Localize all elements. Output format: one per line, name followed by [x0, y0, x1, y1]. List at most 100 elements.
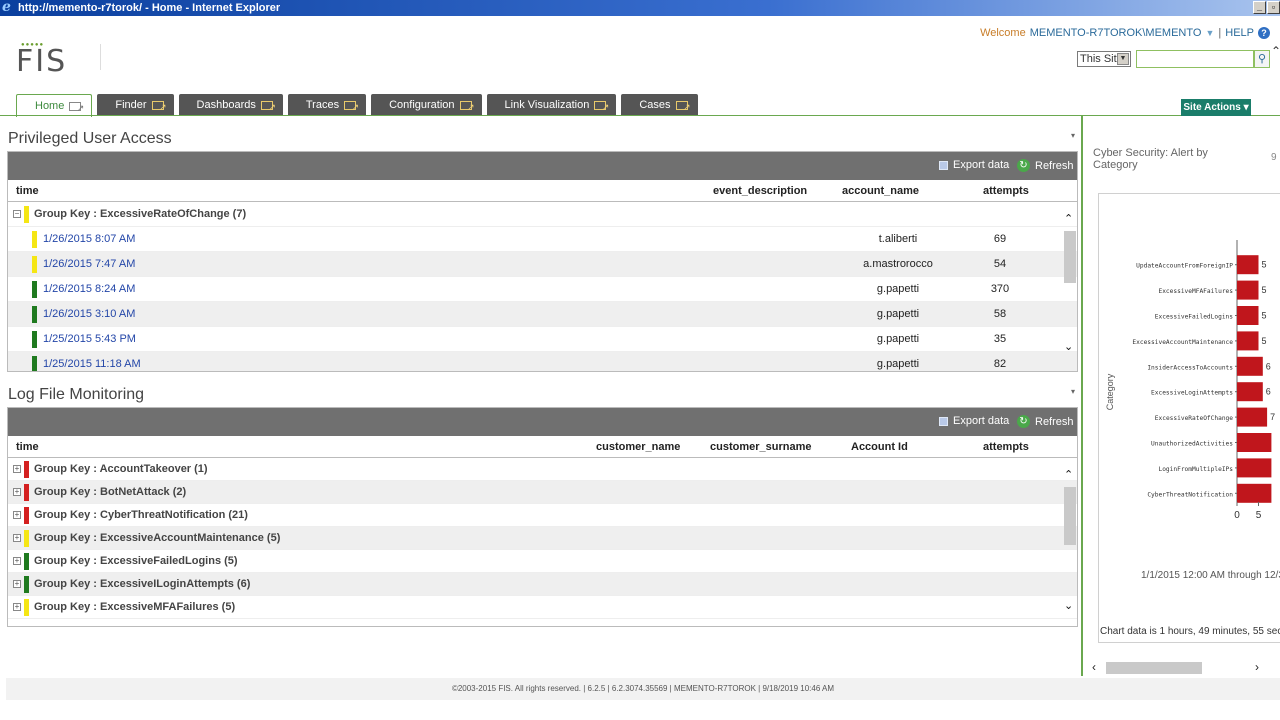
expand-icon[interactable]: +: [13, 557, 21, 565]
group-row[interactable]: + Group Key : AccountTakeover (1): [8, 458, 1077, 481]
help-icon[interactable]: ?: [1258, 27, 1270, 39]
refresh-button[interactable]: ↻ Refresh: [1017, 159, 1074, 172]
help-link[interactable]: HELP: [1225, 27, 1254, 39]
webpart-menu-icon[interactable]: ▾: [1071, 131, 1075, 140]
search-scope-select[interactable]: This Site ▼: [1077, 51, 1131, 67]
category-label: ExcessiveAccountMaintenance: [1132, 339, 1233, 346]
row-time-link[interactable]: 1/26/2015 8:24 AM: [43, 283, 135, 295]
scroll-right-icon[interactable]: ›: [1255, 660, 1259, 674]
expand-icon[interactable]: +: [13, 465, 21, 473]
search-icon[interactable]: ⚲: [1254, 50, 1270, 68]
group-row[interactable]: + Group Key : ExcessiveMFAFailures (5): [8, 596, 1077, 619]
open-in-new-window-icon[interactable]: [344, 96, 359, 118]
tab-underline: [0, 115, 1280, 116]
column-header-attempts[interactable]: attempts: [983, 185, 1029, 197]
welcome-label: Welcome: [980, 27, 1026, 39]
scrollbar-thumb[interactable]: [1064, 487, 1076, 545]
table-row[interactable]: 1/25/2015 5:43 PM g.papetti 35: [8, 327, 1077, 352]
open-in-new-window-icon[interactable]: [675, 96, 691, 118]
search-input[interactable]: [1136, 50, 1254, 68]
table-row[interactable]: 1/26/2015 8:24 AM g.papetti 370: [8, 277, 1077, 302]
fis-logo[interactable]: ●●●●● FIS: [16, 42, 76, 79]
tab-dashboards[interactable]: Dashboards: [178, 94, 283, 118]
scroll-down-icon[interactable]: ⌄: [1064, 340, 1073, 353]
scrollbar-thumb[interactable]: [1106, 662, 1202, 674]
data-label: 6: [1266, 361, 1271, 371]
table-row[interactable]: 1/26/2015 7:47 AM a.mastrorocco 54: [8, 252, 1077, 277]
group-row[interactable]: + Group Key : ExcessiveILoginAttempts (6): [8, 573, 1077, 596]
group-row[interactable]: − Group Key : ExcessiveRateOfChange (7): [8, 202, 1077, 227]
open-in-new-window-icon[interactable]: [459, 96, 475, 118]
table-row[interactable]: 1/25/2015 11:18 AM g.papetti 82: [8, 352, 1077, 371]
open-in-new-window-icon[interactable]: [69, 97, 84, 119]
right-panel-scrollbar[interactable]: ‹ ›: [1090, 660, 1280, 675]
severity-indicator: [32, 231, 37, 248]
open-in-new-window-icon[interactable]: [260, 96, 276, 118]
refresh-button[interactable]: ↻ Refresh: [1017, 415, 1074, 428]
bar-InsiderAccessToAccounts: [1237, 356, 1263, 376]
row-time-link[interactable]: 1/25/2015 5:43 PM: [43, 333, 136, 345]
page-scroll-up-icon[interactable]: ⌃: [1271, 44, 1280, 58]
grid-scrollbar[interactable]: ⌃ ⌄: [1063, 468, 1077, 618]
webpart-menu-icon[interactable]: ▾: [1071, 387, 1075, 396]
chevron-down-icon[interactable]: ▼: [1117, 53, 1129, 65]
scroll-down-icon[interactable]: ⌄: [1064, 599, 1073, 612]
group-label: Group Key : ExcessiveAccountMaintenance …: [34, 532, 281, 544]
group-row[interactable]: + Group Key : ExcessiveFailedLogins (5): [8, 550, 1077, 573]
open-in-new-window-icon[interactable]: [594, 96, 609, 118]
tab-link-visualization[interactable]: Link Visualization: [486, 94, 617, 118]
window-title-bar: e http://memento-r7torok/ - Home - Inter…: [0, 0, 1280, 16]
column-header-attempts[interactable]: attempts: [983, 441, 1029, 453]
chevron-down-icon[interactable]: ▼: [1205, 28, 1214, 38]
column-header-customer-surname[interactable]: customer_surname: [710, 441, 812, 453]
minimize-button[interactable]: _: [1253, 1, 1266, 14]
site-actions-button[interactable]: Site Actions ▾: [1181, 99, 1251, 116]
row-account-name: g.papetti: [876, 308, 920, 320]
group-row[interactable]: + Group Key : CyberThreatNotification (21…: [8, 504, 1077, 527]
severity-indicator: [32, 356, 37, 371]
scrollbar-thumb[interactable]: [1064, 231, 1076, 283]
expand-icon[interactable]: +: [13, 488, 21, 496]
scroll-up-icon[interactable]: ⌃: [1064, 468, 1073, 481]
group-row[interactable]: + Group Key : ExcessiveAccountMaintenance…: [8, 527, 1077, 550]
expand-icon[interactable]: +: [13, 603, 21, 611]
column-header-time[interactable]: time: [16, 185, 39, 197]
chart-data-note: Chart data is 1 hours, 49 minutes, 55 se…: [1100, 626, 1280, 637]
restore-button[interactable]: ▫: [1267, 1, 1280, 14]
tab-cases[interactable]: Cases: [621, 94, 698, 118]
tab-traces[interactable]: Traces: [287, 94, 367, 118]
tab-finder[interactable]: Finder: [97, 94, 174, 118]
expand-icon[interactable]: +: [13, 534, 21, 542]
scroll-up-icon[interactable]: ⌃: [1064, 212, 1073, 225]
column-header-customer-name[interactable]: customer_name: [596, 441, 680, 453]
expand-icon[interactable]: +: [13, 580, 21, 588]
row-account-name: g.papetti: [876, 358, 920, 370]
tab-home[interactable]: Home: [16, 94, 93, 119]
group-row[interactable]: + Group Key : BotNetAttack (2): [8, 481, 1077, 504]
row-time-link[interactable]: 1/26/2015 8:07 AM: [43, 233, 135, 245]
row-attempts: 35: [993, 333, 1007, 345]
row-time-link[interactable]: 1/26/2015 3:10 AM: [43, 308, 135, 320]
user-menu[interactable]: MEMENTO-R7TOROK\MEMENTO: [1030, 27, 1202, 39]
open-in-new-window-icon[interactable]: [151, 96, 167, 118]
export-data-button[interactable]: Export data: [939, 159, 1009, 171]
column-header-account-id[interactable]: Account Id: [851, 441, 908, 453]
tab-configuration[interactable]: Configuration: [371, 94, 482, 118]
export-data-button[interactable]: Export data: [939, 415, 1009, 427]
expand-collapse-icon[interactable]: −: [13, 210, 21, 218]
scroll-left-icon[interactable]: ‹: [1092, 660, 1096, 674]
table-row[interactable]: 1/26/2015 8:07 AM t.aliberti 69: [8, 227, 1077, 252]
column-header-account-name[interactable]: account_name: [842, 185, 919, 197]
row-time-link[interactable]: 1/25/2015 11:18 AM: [43, 358, 141, 370]
row-account-name: g.papetti: [876, 333, 920, 345]
column-header-event-description[interactable]: event_description: [713, 185, 807, 197]
logo-divider: [100, 44, 101, 70]
row-time-link[interactable]: 1/26/2015 7:47 AM: [43, 258, 135, 270]
table-row[interactable]: 1/26/2015 3:10 AM g.papetti 58: [8, 302, 1077, 327]
privileged-access-grid: Export data ↻ Refresh time event_descript…: [7, 151, 1078, 372]
severity-indicator: [32, 306, 37, 323]
expand-icon[interactable]: +: [13, 511, 21, 519]
grid-scrollbar[interactable]: ⌃ ⌄: [1063, 212, 1077, 353]
column-header-time[interactable]: time: [16, 441, 39, 453]
category-label: UnauthorizedActivities: [1151, 441, 1233, 448]
